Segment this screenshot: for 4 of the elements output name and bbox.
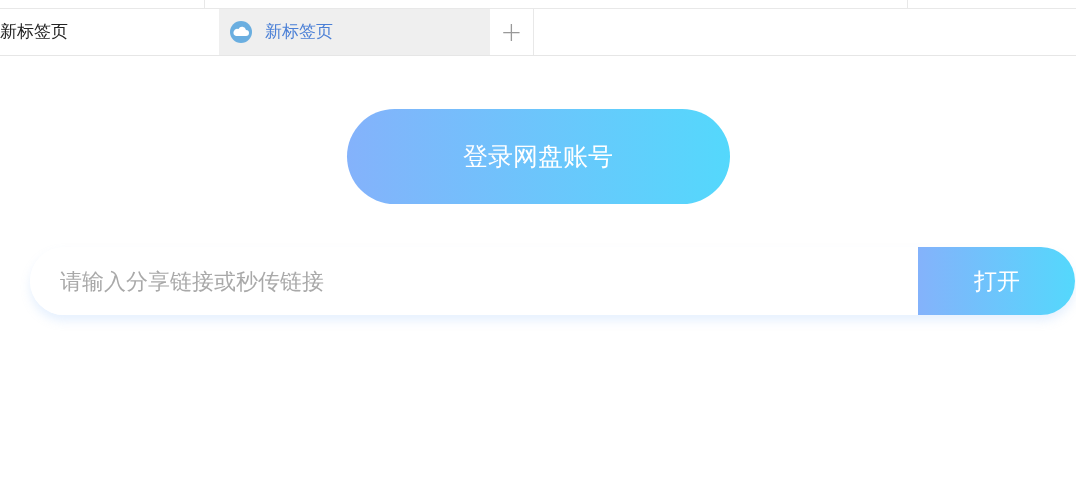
open-button[interactable]: 打开: [918, 247, 1075, 315]
link-input-field[interactable]: 请输入分享链接或秒传链接: [30, 247, 918, 315]
login-button[interactable]: 登录网盘账号: [346, 109, 730, 204]
browser-tab[interactable]: 新标签页: [219, 9, 490, 55]
